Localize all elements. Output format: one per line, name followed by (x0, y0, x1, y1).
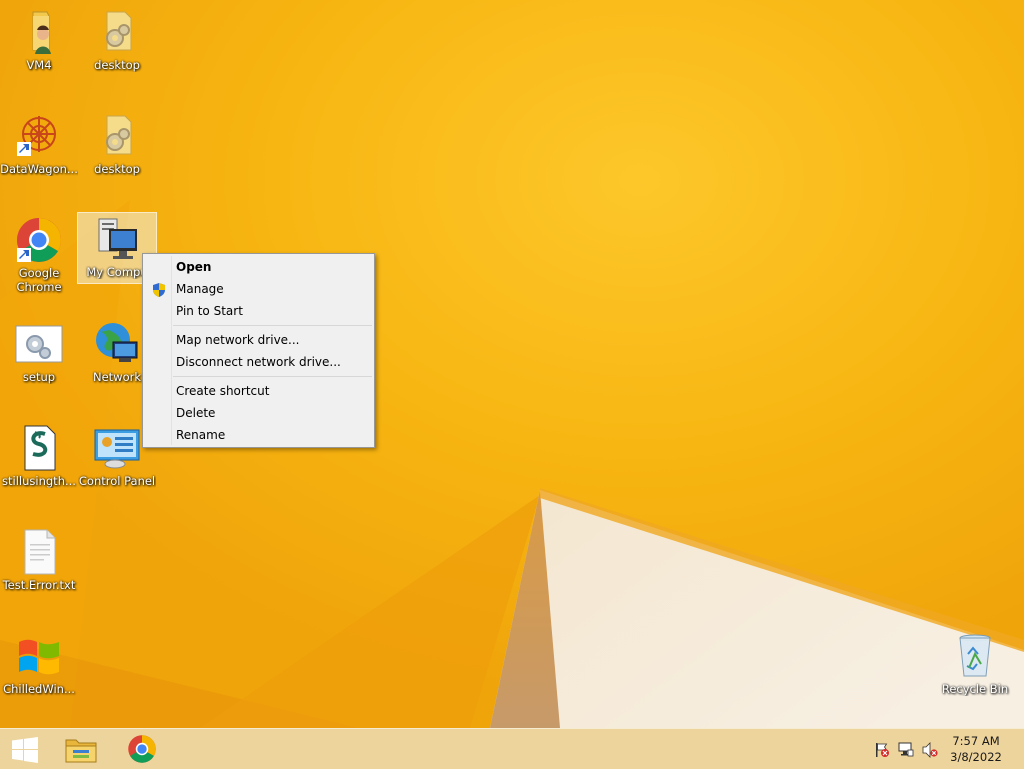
chrome-icon (127, 734, 157, 767)
desktop-icon-label: DataWagon... (0, 162, 78, 176)
desktop-icon-desktop-2[interactable]: desktop (78, 112, 156, 176)
windows-logo-icon (12, 737, 38, 766)
menu-item-rename[interactable]: Rename (145, 424, 372, 446)
menu-item-disconnect-network-drive[interactable]: Disconnect network drive... (145, 351, 372, 373)
desktop-icon-label: stillusingth... (2, 474, 76, 488)
desktop-icon-test-error-txt[interactable]: Test.Error.txt (0, 528, 78, 592)
desktop-icon-label: Recycle Bin (941, 682, 1009, 696)
desktop-icon-label: Test.Error.txt (2, 578, 76, 592)
menu-separator (173, 376, 372, 377)
network-icon[interactable] (898, 742, 914, 761)
desktop-icon-label: desktop (94, 58, 140, 72)
desktop-icon-vm4[interactable]: VM4 (0, 8, 78, 72)
desktop-icon-label: Control Panel (78, 474, 156, 488)
desktop-icon-google-chrome[interactable]: Google Chrome (0, 216, 78, 294)
desktop-icon-label: VM4 (26, 58, 52, 72)
context-menu: Open Manage Pin to Start Map network dri… (142, 253, 375, 448)
menu-item-create-shortcut[interactable]: Create shortcut (145, 380, 372, 402)
menu-item-manage[interactable]: Manage (145, 278, 372, 300)
recycle-bin-icon (951, 632, 999, 680)
taskbar: 7:57 AM 3/8/2022 (0, 728, 1024, 769)
settings-file-icon (93, 112, 141, 160)
my-computer-icon (93, 215, 141, 263)
user-folder-icon (15, 8, 63, 56)
taskbar-chrome[interactable] (116, 729, 168, 769)
start-button[interactable] (0, 729, 52, 769)
desktop-icon-setup[interactable]: setup (0, 320, 78, 384)
file-explorer-icon (65, 734, 97, 767)
script-file-icon (15, 424, 63, 472)
windows-flag-icon (15, 632, 63, 680)
desktop-icon-desktop-1[interactable]: desktop (78, 8, 156, 72)
desktop-icon-stillusingth[interactable]: stillusingth... (0, 424, 78, 488)
system-clock[interactable]: 7:57 AM 3/8/2022 (946, 733, 1006, 765)
settings-file-icon (93, 8, 141, 56)
taskbar-file-explorer[interactable] (55, 729, 107, 769)
desktop-icon-datawagon[interactable]: DataWagon... (0, 112, 78, 176)
text-file-icon (15, 528, 63, 576)
desktop-icon-recycle-bin[interactable]: Recycle Bin (936, 632, 1014, 696)
volume-muted-icon[interactable] (922, 742, 938, 761)
setup-icon (15, 320, 63, 368)
desktop-icon-label: ChilledWin... (3, 682, 75, 696)
chrome-icon (15, 216, 63, 264)
menu-item-open[interactable]: Open (145, 256, 372, 278)
menu-item-delete[interactable]: Delete (145, 402, 372, 424)
uac-shield-icon (152, 282, 166, 297)
action-center-flag-icon[interactable] (874, 742, 890, 761)
menu-separator (173, 325, 372, 326)
desktop-icon-label: Google Chrome (16, 266, 62, 294)
desktop-icon-label: setup (22, 370, 56, 384)
desktop-icon-label: desktop (94, 162, 140, 176)
datawagon-icon (15, 112, 63, 160)
clock-time: 7:57 AM (952, 734, 1000, 748)
network-globe-icon (93, 320, 141, 368)
desktop-icon-chilledwin[interactable]: ChilledWin... (0, 632, 78, 696)
menu-item-pin-to-start[interactable]: Pin to Start (145, 300, 372, 322)
clock-date: 3/8/2022 (950, 750, 1002, 764)
menu-item-map-network-drive[interactable]: Map network drive... (145, 329, 372, 351)
control-panel-icon (93, 424, 141, 472)
